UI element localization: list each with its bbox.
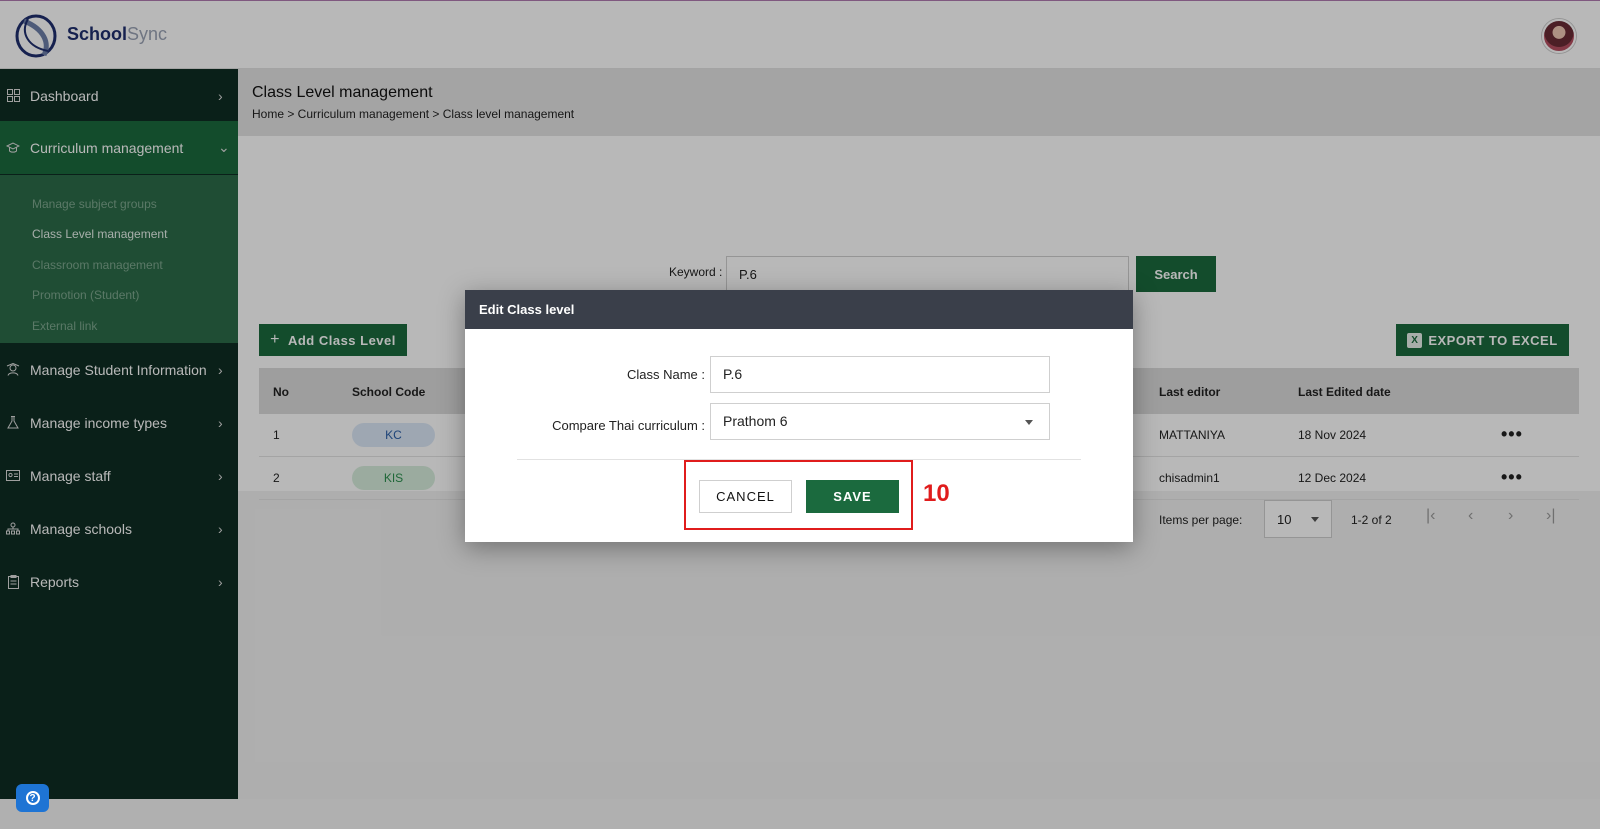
compare-thai-curriculum-value: Prathom 6 xyxy=(723,413,788,429)
step-number: 10 xyxy=(923,480,950,507)
help-icon: ? xyxy=(25,791,40,805)
step-highlight-box xyxy=(684,460,913,530)
class-name-input[interactable]: P.6 xyxy=(710,356,1050,393)
edit-class-level-dialog: Edit Class level Class Name : P.6 Compar… xyxy=(465,290,1133,542)
help-button[interactable]: ? xyxy=(16,784,49,812)
compare-thai-curriculum-label: Compare Thai curriculum : xyxy=(552,418,705,433)
dialog-title: Edit Class level xyxy=(465,290,1133,329)
class-name-label: Class Name : xyxy=(626,367,705,382)
dropdown-caret-icon xyxy=(1025,420,1033,425)
compare-thai-curriculum-select[interactable]: Prathom 6 xyxy=(710,403,1050,440)
